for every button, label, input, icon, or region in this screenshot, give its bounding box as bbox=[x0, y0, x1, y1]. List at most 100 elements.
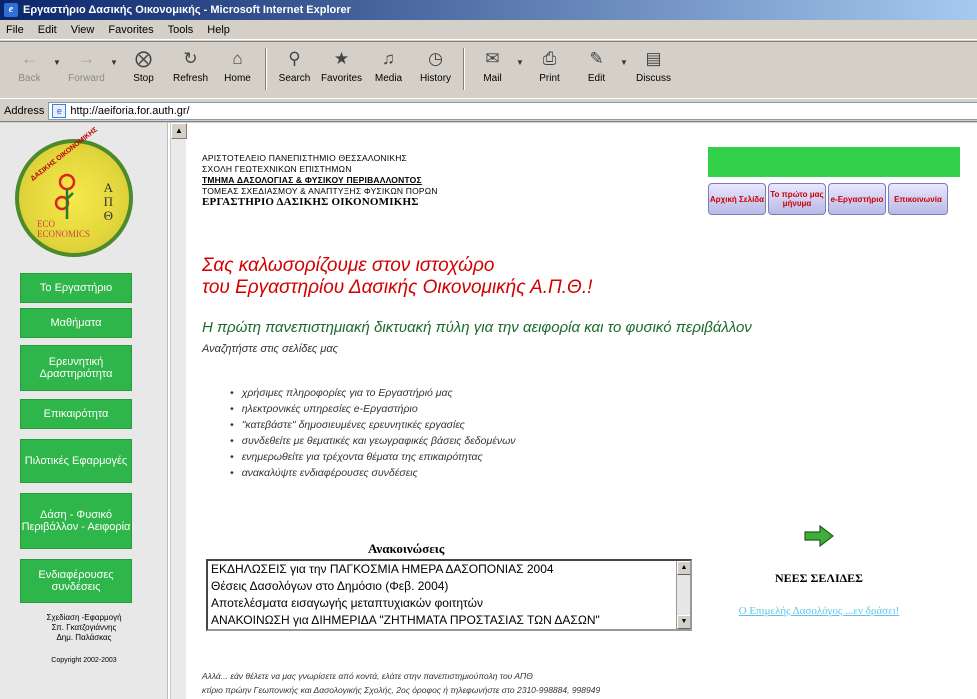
menu-tools[interactable]: Tools bbox=[168, 24, 194, 36]
media-icon: ♫ bbox=[382, 49, 395, 68]
mail-icon: ✉ bbox=[485, 49, 500, 68]
announcement-item[interactable]: ΕΚΔΗΛΩΣΕΙΣ για την ΠΑΓΚΟΣΜΙΑ ΗΜΕΡΑ ΔΑΣΟΠ… bbox=[208, 561, 690, 578]
forward-button[interactable]: → Forward bbox=[63, 46, 110, 92]
toolbar-separator bbox=[265, 48, 267, 90]
stop-icon: ⨂ bbox=[135, 49, 152, 68]
forward-arrow-icon: → bbox=[78, 49, 95, 68]
tab-first-message[interactable]: Το πρώτο μας μήνυμα bbox=[768, 183, 826, 215]
sidebar-item-pilot[interactable]: Πιλοτικές Εφαρμογές bbox=[20, 439, 132, 483]
toolbar: ← Back ▼ → Forward ▼ ⨂ Stop ↻ Refresh ⌂ … bbox=[0, 41, 977, 99]
search-icon: ⚲ bbox=[288, 49, 301, 68]
frame-scrollbar[interactable]: ▲ bbox=[170, 123, 187, 699]
menu-favorites[interactable]: Favorites bbox=[108, 24, 153, 36]
header-line-school: ΣΧΟΛΗ ΓΕΩΤΕΧΝΙΚΩΝ ΕΠΙΣΤΗΜΩΝ bbox=[202, 164, 352, 174]
refresh-button[interactable]: ↻ Refresh bbox=[167, 46, 214, 92]
tab-e-lab[interactable]: e-Εργαστήριο bbox=[828, 183, 886, 215]
sidebar-item-courses[interactable]: Μαθήματα bbox=[20, 308, 132, 338]
back-button[interactable]: ← Back bbox=[6, 46, 53, 92]
media-button[interactable]: ♫ Media bbox=[365, 46, 412, 92]
stop-button[interactable]: ⨂ Stop bbox=[120, 46, 167, 92]
home-icon: ⌂ bbox=[232, 49, 243, 68]
mail-dropdown-icon[interactable]: ▼ bbox=[516, 46, 526, 67]
scroll-up-icon[interactable]: ▲ bbox=[171, 123, 187, 139]
sidebar-item-news[interactable]: Επικαιρότητα bbox=[20, 399, 132, 429]
new-pages-title: ΝΕΕΣ ΣΕΛΙΔΕΣ bbox=[774, 571, 863, 585]
window-title: Εργαστήριο Δασικής Οικονομικής - Microso… bbox=[23, 4, 351, 16]
welcome-heading: Σας καλωσορίζουμε στον ιστοχώρο του Εργα… bbox=[202, 255, 593, 298]
address-bar: Address e http://aeiforia.for.auth.gr/ ▼ bbox=[0, 100, 977, 122]
home-button[interactable]: ⌂ Home bbox=[214, 46, 261, 92]
window-title-bar[interactable]: e Εργαστήριο Δασικής Οικονομικής - Micro… bbox=[0, 0, 977, 20]
print-button[interactable]: ⎙ Print bbox=[526, 46, 573, 92]
search-hint: Αναζητήστε στις σελίδες μας bbox=[202, 343, 338, 355]
list-item: "κατεβάστε" δημοσιευμένες ερευνητικές ερ… bbox=[230, 417, 516, 433]
menu-view[interactable]: View bbox=[71, 24, 95, 36]
search-button[interactable]: ⚲ Search bbox=[271, 46, 318, 92]
logo-apth: Α Π Θ bbox=[103, 180, 113, 223]
page-icon: e bbox=[52, 103, 67, 118]
sidebar-item-lab[interactable]: Το Εργαστήριο bbox=[20, 273, 132, 303]
page-viewport: ΔΑΣΙΚΗΣ ΟΙΚΟΝΟΜΙΚΗΣ Α Π Θ ECO ECONOMICS … bbox=[0, 123, 977, 699]
edit-icon: ✎ bbox=[589, 49, 604, 68]
forward-dropdown-icon[interactable]: ▼ bbox=[110, 46, 120, 67]
subtitle: Η πρώτη πανεπιστημιακή δικτυακή πύλη για… bbox=[202, 319, 752, 336]
announcements-title: Ανακοινώσεις bbox=[368, 541, 445, 556]
feature-list: χρήσιμες πληροφορίες για το Εργαστήριό μ… bbox=[230, 385, 516, 481]
header-line-department: ΤΜΗΜΑ ΔΑΣΟΛΟΓΙΑΣ & ΦΥΣΙΚΟΥ ΠΕΡΙΒΑΛΛΟΝΤΟΣ bbox=[202, 175, 422, 185]
discuss-button[interactable]: ▤ Discuss bbox=[630, 46, 677, 92]
list-item: ανακαλύψτε ενδιαφέρουσες συνδέσεις bbox=[230, 465, 516, 481]
sidebar-item-links[interactable]: Ενδιαφέρουσες συνδέσεις bbox=[20, 559, 132, 603]
favorites-button[interactable]: ★ Favorites bbox=[318, 46, 365, 92]
toolbar-separator bbox=[463, 48, 465, 90]
address-input[interactable]: e http://aeiforia.for.auth.gr/ ▼ bbox=[48, 101, 977, 120]
tree-icon bbox=[54, 173, 76, 219]
discuss-icon: ▤ bbox=[645, 49, 662, 68]
design-credits: Σχεδίαση -Εφαρμογή Σπ. Γκατζογιάννης Δημ… bbox=[46, 613, 122, 642]
main-content-frame: ΑΡΙΣΤΟΤΕΛΕΙΟ ΠΑΝΕΠΙΣΤΗΜΙΟ ΘΕΣΣΑΛΟΝΙΚΗΣ Σ… bbox=[190, 123, 977, 699]
address-url: http://aeiforia.for.auth.gr/ bbox=[70, 104, 190, 117]
history-icon: ◷ bbox=[428, 49, 443, 68]
favorites-icon: ★ bbox=[333, 49, 350, 68]
list-item: ηλεκτρονικές υπηρεσίες e-Εργαστήριο bbox=[230, 401, 516, 417]
list-item: συνδεθείτε με θεματικές και γεωγραφικές … bbox=[230, 433, 516, 449]
refresh-icon: ↻ bbox=[183, 49, 198, 68]
back-arrow-icon: ← bbox=[21, 49, 38, 68]
menu-bar: File Edit View Favorites Tools Help bbox=[0, 20, 977, 40]
header-line-university: ΑΡΙΣΤΟΤΕΛΕΙΟ ΠΑΝΕΠΙΣΤΗΜΙΟ ΘΕΣΣΑΛΟΝΙΚΗΣ bbox=[202, 153, 407, 163]
tab-contact[interactable]: Επικοινωνία bbox=[888, 183, 948, 215]
listbox-scrollbar[interactable]: ▲ ▼ bbox=[676, 561, 690, 629]
scroll-up-icon[interactable]: ▲ bbox=[677, 561, 690, 575]
lab-logo[interactable]: ΔΑΣΙΚΗΣ ΟΙΚΟΝΟΜΙΚΗΣ Α Π Θ ECO ECONOMICS bbox=[15, 126, 133, 257]
announcement-item[interactable]: ΑΝΑΚΟΙΝΩΣΗ για ΔΙΗΜΕΡΙΔΑ "ΖΗΤΗΜΑΤΑ ΠΡΟΣΤ… bbox=[208, 612, 690, 629]
announcement-item[interactable]: Θέσεις Δασολόγων στο Δημόσιο (Φεβ. 2004) bbox=[208, 578, 690, 595]
announcements-listbox[interactable]: ΕΚΔΗΛΩΣΕΙΣ για την ΠΑΓΚΟΣΜΙΑ ΗΜΕΡΑ ΔΑΣΟΠ… bbox=[206, 559, 692, 631]
menu-help[interactable]: Help bbox=[207, 24, 230, 36]
header-line-lab: ΕΡΓΑΣΤΗΡΙΟ ΔΑΣΙΚΗΣ ΟΙΚΟΝΟΜΙΚΗΣ bbox=[202, 196, 419, 208]
logo-eco: ECO ECONOMICS bbox=[37, 219, 91, 239]
copyright: Copyright 2002-2003 bbox=[51, 657, 117, 664]
edit-dropdown-icon[interactable]: ▼ bbox=[620, 46, 630, 67]
menu-file[interactable]: File bbox=[6, 24, 24, 36]
print-icon: ⎙ bbox=[542, 49, 557, 68]
sidebar-item-research[interactable]: Ερευνητική Δραστηριότητα bbox=[20, 345, 132, 391]
announcement-item[interactable]: Αποτελέσματα εισαγωγής μεταπτυχιακών φοι… bbox=[208, 595, 690, 612]
left-nav-frame: ΔΑΣΙΚΗΣ ΟΙΚΟΝΟΜΙΚΗΣ Α Π Θ ECO ECONOMICS … bbox=[0, 123, 168, 699]
sidebar-item-forests[interactable]: Δάση - Φυσικό Περιβάλλον - Αειφορία bbox=[20, 493, 132, 549]
history-button[interactable]: ◷ History bbox=[412, 46, 459, 92]
new-pages-link[interactable]: Ο Επιμελής Δασολόγος ...εν δράσει! bbox=[714, 601, 924, 621]
footer-text: Αλλά... εάν θέλετε να μας γνωρίσετε από … bbox=[202, 671, 601, 695]
header-banner bbox=[708, 147, 960, 177]
back-dropdown-icon[interactable]: ▼ bbox=[53, 46, 63, 67]
tab-home[interactable]: Αρχική Σελίδα bbox=[708, 183, 766, 215]
scroll-down-icon[interactable]: ▼ bbox=[677, 615, 690, 629]
list-item: ενημερωθείτε για τρέχοντα θέματα της επι… bbox=[230, 449, 516, 465]
institution-header: ΑΡΙΣΤΟΤΕΛΕΙΟ ΠΑΝΕΠΙΣΤΗΜΙΟ ΘΕΣΣΑΛΟΝΙΚΗΣ Σ… bbox=[202, 153, 438, 208]
list-item: χρήσιμες πληροφορίες για το Εργαστήριό μ… bbox=[230, 385, 516, 401]
top-nav: Αρχική Σελίδα Το πρώτο μας μήνυμα e-Εργα… bbox=[708, 183, 968, 217]
menu-edit[interactable]: Edit bbox=[38, 24, 57, 36]
ie-icon: e bbox=[4, 3, 18, 17]
edit-button[interactable]: ✎ Edit bbox=[573, 46, 620, 92]
mail-button[interactable]: ✉ Mail bbox=[469, 46, 516, 92]
green-arrow-icon bbox=[804, 525, 834, 547]
address-label: Address bbox=[4, 104, 45, 117]
